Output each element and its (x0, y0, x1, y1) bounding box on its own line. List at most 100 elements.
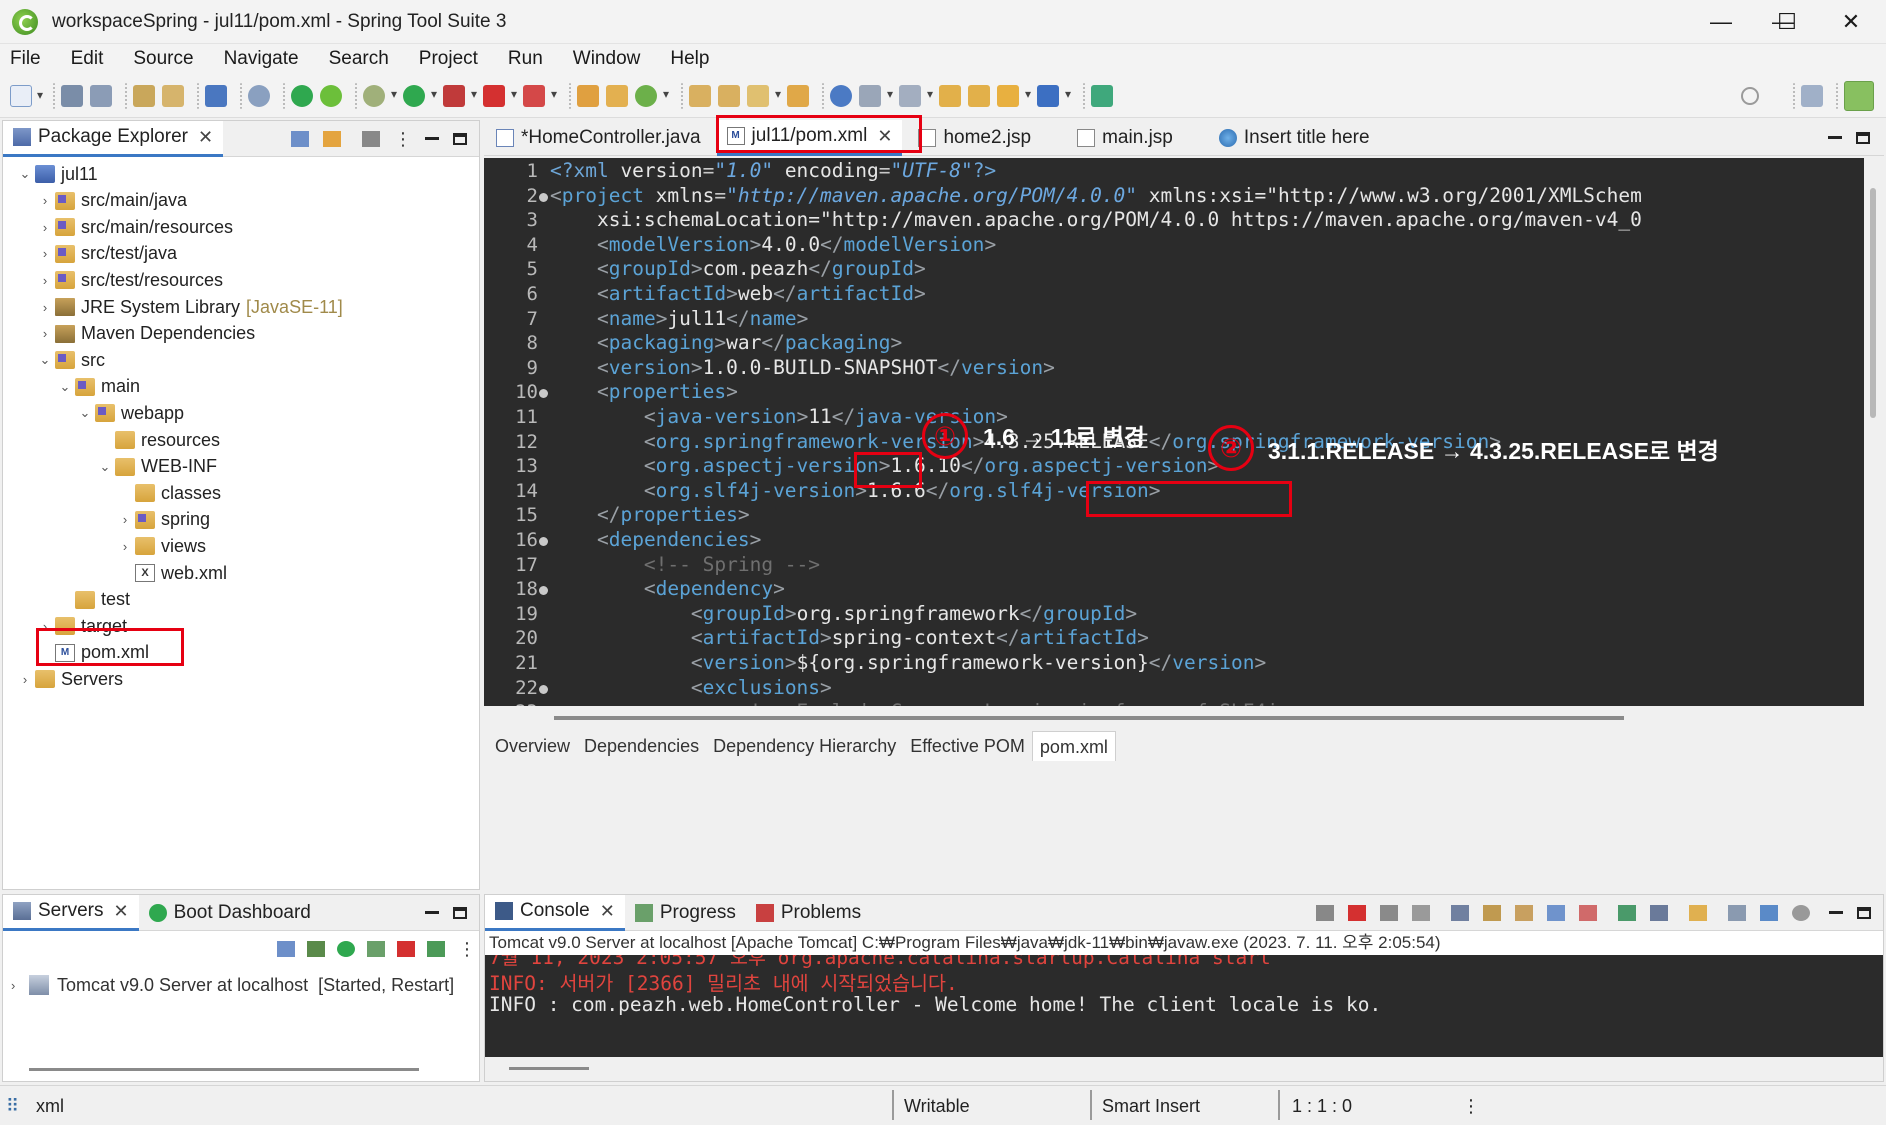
task-icon[interactable] (787, 84, 809, 107)
expand-chevron-icon[interactable]: › (117, 539, 133, 554)
tree-item[interactable]: › src/main/resources (37, 214, 233, 240)
open-project-icon[interactable] (718, 84, 740, 107)
menu-edit[interactable]: Edit (71, 48, 104, 70)
clear-console-icon[interactable] (1451, 904, 1469, 921)
settings-gear-icon[interactable] (1792, 904, 1810, 921)
tab-effective-pom[interactable]: Effective POM (903, 731, 1032, 761)
scroll-thumb[interactable] (1870, 188, 1876, 418)
tree-item[interactable]: › src/test/java (37, 241, 177, 267)
copy-icon[interactable] (1728, 904, 1746, 921)
coverage-icon[interactable] (523, 84, 557, 107)
new-icon[interactable] (10, 84, 43, 107)
tree-item[interactable]: › JRE System Library [JavaSE-11] (37, 294, 343, 320)
next-edit-icon[interactable] (968, 84, 990, 107)
terminate-relaunch-icon[interactable] (1316, 904, 1334, 921)
publish-icon[interactable] (427, 941, 445, 957)
tree-item[interactable]: ⌄ main (57, 374, 140, 400)
tree-item[interactable]: ⌄ jul11 (17, 161, 98, 187)
expand-chevron-icon[interactable]: › (37, 246, 53, 261)
display-console-icon[interactable] (1650, 904, 1668, 921)
expand-chevron-icon[interactable]: › (37, 326, 53, 341)
stop-icon[interactable] (483, 84, 517, 107)
pen-icon[interactable] (747, 84, 781, 107)
tree-item[interactable]: classes (117, 480, 221, 506)
pin-console-icon[interactable] (1618, 904, 1636, 921)
stop-server-icon[interactable] (397, 941, 415, 957)
open-resource-icon[interactable] (162, 84, 184, 107)
close-icon[interactable]: ✕ (198, 127, 213, 148)
expand-chevron-icon[interactable]: ⌄ (37, 352, 53, 368)
tree-item[interactable]: › spring (117, 507, 210, 533)
new-class-icon[interactable] (635, 84, 669, 107)
tree-item[interactable]: resources (97, 427, 220, 453)
maximize-icon[interactable] (453, 132, 467, 145)
menu-run[interactable]: Run (508, 48, 543, 70)
tab-dependencies[interactable]: Dependencies (577, 731, 706, 761)
minimize-window-button[interactable]: — (1688, 0, 1754, 44)
tree-item[interactable]: › src/test/resources (37, 267, 223, 293)
tab-overview[interactable]: Overview (488, 731, 577, 761)
minimize-icon[interactable] (1828, 136, 1842, 139)
tab-servers[interactable]: Servers ✕ (3, 894, 139, 931)
fold-marker-icon[interactable] (539, 537, 548, 546)
expand-chevron-icon[interactable]: › (37, 273, 53, 288)
tab-insert-title-here[interactable]: Insert title here (1209, 120, 1380, 156)
start-server-icon[interactable] (337, 941, 355, 957)
open-type-icon[interactable] (133, 84, 155, 107)
annotation-up-icon[interactable] (899, 84, 933, 107)
server-row[interactable]: › Tomcat v9.0 Server at localhost [Start… (11, 971, 454, 999)
view-menu-icon[interactable]: ⋮ (458, 940, 476, 958)
tab-homecontroller-java[interactable]: *HomeController.java (484, 120, 711, 156)
tree-item[interactable]: ⌄ WEB-INF (97, 454, 217, 480)
maximize-window-button[interactable]: ☐ (1754, 0, 1820, 44)
profile-server-icon[interactable] (367, 941, 385, 957)
menu-source[interactable]: Source (133, 48, 193, 70)
save-all-icon[interactable] (90, 84, 112, 107)
tab-boot-dashboard[interactable]: Boot Dashboard (139, 895, 321, 931)
tree-item[interactable]: Xweb.xml (117, 560, 227, 586)
fold-marker-icon[interactable] (539, 586, 548, 596)
view-menu-icon[interactable]: ⋮ (394, 130, 412, 148)
menu-window[interactable]: Window (573, 48, 641, 70)
tree-item[interactable]: › Servers (17, 666, 123, 692)
close-icon[interactable]: ✕ (113, 901, 128, 922)
link-with-editor-icon[interactable] (323, 130, 341, 147)
forward-arrow-icon[interactable] (1037, 84, 1071, 107)
expand-chevron-icon[interactable]: ⌄ (57, 379, 73, 395)
minimize-icon[interactable] (1829, 911, 1843, 914)
new-package-icon[interactable] (606, 84, 628, 107)
word-wrap-icon[interactable] (1515, 904, 1533, 921)
tree-item[interactable]: ⌄ src (37, 347, 105, 373)
open-perspective-icon[interactable] (1801, 84, 1823, 107)
collapse-all-icon[interactable] (291, 130, 309, 147)
tree-item[interactable]: › views (117, 533, 206, 559)
tab-main-jsp[interactable]: main.jsp (1067, 120, 1183, 156)
open-folder-icon[interactable] (689, 84, 711, 107)
scroll-thumb[interactable] (554, 716, 1624, 720)
tree-item[interactable]: test (57, 587, 130, 613)
expand-chevron-icon[interactable]: › (37, 300, 53, 315)
tab-home2-jsp[interactable]: home2.jsp (908, 120, 1041, 156)
menu-file[interactable]: File (10, 48, 41, 70)
collapse-icon[interactable] (277, 941, 295, 957)
console-output[interactable]: 7월 11, 2023 2:05:57 오후 org.apache.catali… (485, 955, 1883, 1057)
tab-progress[interactable]: Progress (625, 895, 746, 931)
run-external-tools-icon[interactable] (443, 84, 477, 107)
expand-chevron-icon[interactable]: › (37, 220, 53, 235)
menu-navigate[interactable]: Navigate (224, 48, 299, 70)
terminate-icon[interactable] (1348, 904, 1366, 921)
expand-chevron-icon[interactable]: › (37, 193, 53, 208)
debug-server-icon[interactable] (307, 941, 325, 957)
menu-search[interactable]: Search (329, 48, 389, 70)
expand-chevron-icon[interactable]: › (117, 512, 133, 527)
search-icon[interactable] (1741, 86, 1759, 105)
fold-marker-icon[interactable] (539, 389, 548, 399)
show-on-stderr-icon[interactable] (1579, 904, 1597, 921)
maximize-icon[interactable] (453, 906, 467, 919)
remove-all-icon[interactable] (1412, 904, 1430, 921)
remove-launch-icon[interactable] (1380, 904, 1398, 921)
editor-horizontal-scrollbar[interactable] (544, 706, 1884, 730)
code-line[interactable]: <!-- Exclude Commons Logging in favor of… (550, 697, 1325, 706)
console-hscroll[interactable] (485, 1057, 1883, 1081)
skip-breakpoints-icon[interactable] (248, 84, 270, 107)
